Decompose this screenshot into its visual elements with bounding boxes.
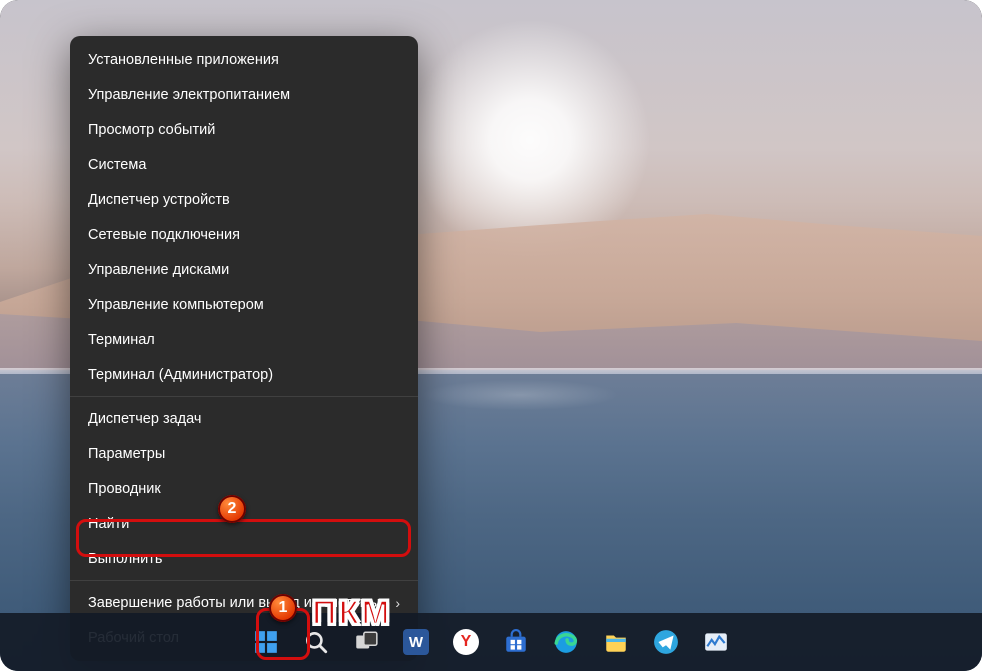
edge-icon (553, 629, 579, 655)
menu-event-viewer[interactable]: Просмотр событий (70, 112, 418, 147)
menu-task-manager[interactable]: Диспетчер задач (70, 401, 418, 436)
start-context-menu: Установленные приложения Управление элек… (70, 36, 418, 661)
menu-item-label: Управление электропитанием (88, 87, 290, 103)
menu-item-label: Терминал (Администратор) (88, 367, 273, 383)
yandex-button[interactable]: Y (445, 621, 487, 663)
edge-button[interactable] (545, 621, 587, 663)
menu-item-label: Система (88, 157, 146, 173)
telegram-button[interactable] (645, 621, 687, 663)
menu-item-label: Завершение работы или выход из системы (88, 595, 380, 611)
menu-power-options[interactable]: Управление электропитанием (70, 77, 418, 112)
explorer-button[interactable] (595, 621, 637, 663)
taskbar: W Y (0, 613, 982, 671)
menu-item-label: Сетевые подключения (88, 227, 240, 243)
menu-item-label: Диспетчер устройств (88, 192, 230, 208)
menu-run[interactable]: Выполнить (70, 541, 418, 576)
monitor-icon (703, 629, 729, 655)
menu-item-label: Выполнить (88, 551, 162, 567)
menu-item-label: Терминал (88, 332, 155, 348)
menu-item-label: Параметры (88, 446, 165, 462)
menu-separator (70, 396, 418, 397)
menu-terminal-admin[interactable]: Терминал (Администратор) (70, 357, 418, 392)
menu-system[interactable]: Система (70, 147, 418, 182)
search-icon (303, 629, 329, 655)
menu-terminal[interactable]: Терминал (70, 322, 418, 357)
search-button[interactable] (295, 621, 337, 663)
telegram-icon (653, 629, 679, 655)
menu-item-label: Проводник (88, 481, 161, 497)
word-button[interactable]: W (395, 621, 437, 663)
store-icon (503, 629, 529, 655)
taskview-button[interactable] (345, 621, 387, 663)
menu-search[interactable]: Найти (70, 506, 418, 541)
yandex-icon: Y (453, 629, 479, 655)
menu-device-manager[interactable]: Диспетчер устройств (70, 182, 418, 217)
screen: Установленные приложения Управление элек… (0, 0, 982, 671)
monitor-button[interactable] (695, 621, 737, 663)
menu-settings[interactable]: Параметры (70, 436, 418, 471)
menu-item-label: Управление дисками (88, 262, 229, 278)
menu-installed-apps[interactable]: Установленные приложения (70, 42, 418, 77)
taskview-icon (353, 629, 379, 655)
menu-item-label: Диспетчер задач (88, 411, 201, 427)
start-button[interactable] (245, 621, 287, 663)
chevron-right-icon: › (395, 595, 400, 611)
menu-item-label: Просмотр событий (88, 122, 215, 138)
menu-computer-management[interactable]: Управление компьютером (70, 287, 418, 322)
menu-item-label: Найти (88, 516, 129, 532)
start-icon (253, 629, 279, 655)
menu-separator (70, 580, 418, 581)
menu-file-explorer[interactable]: Проводник (70, 471, 418, 506)
menu-item-label: Установленные приложения (88, 52, 279, 68)
store-button[interactable] (495, 621, 537, 663)
explorer-icon (603, 629, 629, 655)
menu-item-label: Управление компьютером (88, 297, 264, 313)
menu-network-connections[interactable]: Сетевые подключения (70, 217, 418, 252)
menu-disk-management[interactable]: Управление дисками (70, 252, 418, 287)
word-icon: W (403, 629, 429, 655)
